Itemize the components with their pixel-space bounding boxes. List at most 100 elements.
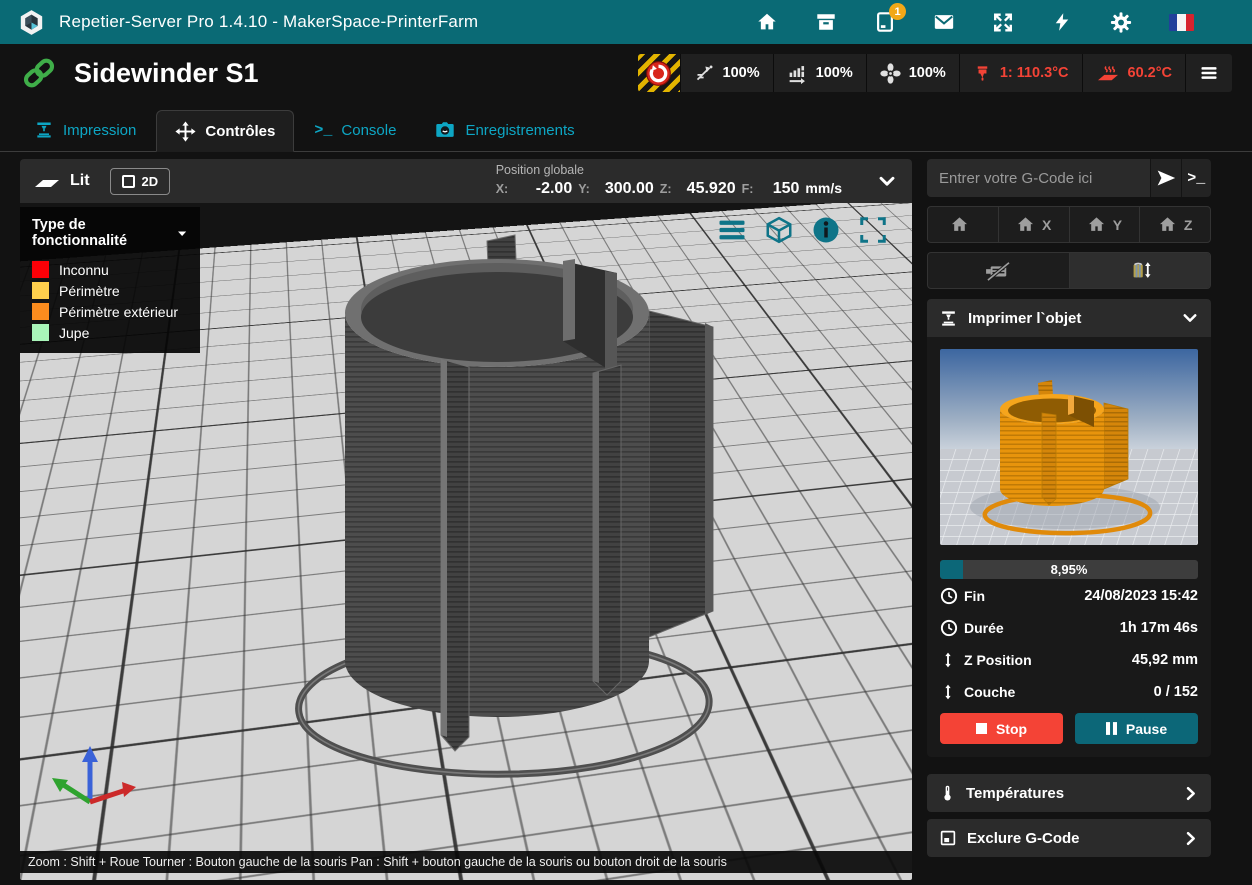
home-buttons: X Y Z — [927, 206, 1211, 243]
x-value: -2.00 — [514, 179, 572, 199]
3d-scene[interactable]: Type de fonctionnalité Inconnu Périmètre… — [20, 203, 912, 880]
tab-impression[interactable]: Impression — [16, 109, 154, 151]
tab-console[interactable]: >_ Console — [296, 109, 414, 151]
stat-label: Fin — [964, 588, 985, 604]
print-object-panel-header[interactable]: Imprimer l`objet — [927, 299, 1211, 337]
global-position: Position globale X: -2.00 Y: 300.00 Z: 4… — [496, 163, 842, 199]
bed-temp-value: 60.2°C — [1128, 65, 1173, 81]
stop-button[interactable]: Stop — [940, 713, 1063, 744]
print-progress-bar: 8,95% — [940, 560, 1198, 579]
stat-label: Couche — [964, 684, 1015, 700]
settings-gear-icon[interactable] — [1110, 11, 1132, 33]
y-value: 300.00 — [596, 179, 654, 199]
flow-icon — [787, 63, 808, 84]
stop-icon — [976, 723, 987, 734]
top-app-bar: Repetier-Server Pro 1.4.10 - MakerSpace-… — [0, 0, 1252, 44]
gcode-input[interactable] — [927, 159, 1150, 197]
updown-icon — [940, 683, 956, 701]
chevron-down-icon — [1181, 309, 1199, 327]
collapse-chevron-icon[interactable] — [876, 170, 898, 192]
toggle-2d-checkbox[interactable]: 2D — [110, 168, 171, 195]
stat-row-fin: Fin 24/08/2023 15:42 — [940, 580, 1198, 611]
home-label: Z — [1184, 217, 1193, 233]
tab-controles[interactable]: Contrôles — [156, 110, 294, 152]
move-controls-icon — [175, 121, 196, 142]
exclude-region-icon — [939, 829, 957, 847]
speed-factor-badge[interactable]: 100% — [680, 54, 773, 92]
fullscreen-view-icon[interactable] — [858, 215, 888, 245]
home-z-button[interactable]: Z — [1139, 207, 1210, 242]
extruder-move-button[interactable] — [1069, 253, 1211, 288]
legend-header[interactable]: Type de fonctionnalité — [32, 217, 188, 249]
panel-title: Températures — [966, 785, 1064, 802]
stat-value: 0 / 152 — [1154, 684, 1198, 700]
printer-menu-button[interactable] — [1185, 54, 1232, 92]
chevron-right-icon — [1182, 830, 1199, 847]
bed-temp-badge[interactable]: 60.2°C — [1082, 54, 1186, 92]
f-value: 150 — [759, 179, 799, 199]
printer-queue-icon[interactable]: 1 — [874, 11, 896, 33]
axis-gizmo — [48, 738, 148, 838]
layers-menu-icon[interactable] — [717, 215, 747, 245]
home-icon[interactable] — [756, 11, 778, 33]
pause-button[interactable]: Pause — [1075, 713, 1198, 744]
speed-icon — [694, 63, 715, 84]
archive-icon[interactable] — [815, 11, 837, 33]
legend-item: Jupe — [32, 324, 188, 341]
z-label: Z: — [660, 182, 672, 198]
3d-cube-icon[interactable] — [764, 215, 794, 245]
bed-label: Lit — [70, 172, 90, 190]
home-x-button[interactable]: X — [998, 207, 1069, 242]
legend-label: Périmètre extérieur — [59, 304, 178, 320]
power-icon[interactable] — [1051, 11, 1073, 33]
tab-enregistrements[interactable]: Enregistrements — [416, 109, 592, 151]
color-swatch — [32, 303, 49, 320]
stat-row-duree: Durée 1h 17m 46s — [940, 612, 1198, 643]
2d-label: 2D — [142, 174, 159, 189]
feature-type-legend: Type de fonctionnalité Inconnu Périmètre… — [20, 207, 200, 353]
flow-factor-badge[interactable]: 100% — [773, 54, 866, 92]
connection-link-icon — [20, 54, 58, 92]
emergency-stop-button[interactable] — [638, 54, 680, 92]
printed-object-3d — [265, 203, 735, 791]
send-gcode-button[interactable] — [1150, 159, 1181, 197]
stat-label: Durée — [964, 620, 1004, 636]
panel-title: Imprimer l`objet — [968, 310, 1081, 327]
messages-icon[interactable] — [933, 11, 955, 33]
printer-status-bar: 100% 100% 100% 1: 110.3°C — [638, 54, 1232, 92]
stat-row-zposition: Z Position 45,92 mm — [940, 644, 1198, 675]
open-console-button[interactable]: >_ — [1181, 159, 1212, 197]
color-swatch — [32, 261, 49, 278]
print-actions: Stop Pause — [940, 713, 1198, 744]
home-all-button[interactable] — [928, 207, 998, 242]
extruder-icon — [973, 64, 992, 83]
viewport-toolbar: Lit 2D Position globale X: -2.00 Y: 300.… — [20, 159, 912, 203]
chevron-right-icon — [1182, 785, 1199, 802]
f-unit: mm/s — [805, 180, 842, 198]
print-object-panel-body: 8,95% Fin 24/08/2023 15:42 Durée 1h 17m … — [927, 337, 1211, 757]
printer-header: Sidewinder S1 100% 100% 100% — [0, 44, 1252, 102]
heated-bed-icon — [1096, 63, 1120, 83]
motors-off-button[interactable] — [928, 253, 1069, 288]
print-icon — [939, 309, 958, 328]
fan-value: 100% — [909, 65, 946, 81]
printer-name: Sidewinder S1 — [74, 58, 259, 89]
language-flag-france[interactable] — [1169, 14, 1194, 31]
exclude-gcode-panel-header[interactable]: Exclure G-Code — [927, 819, 1211, 857]
legend-item: Périmètre — [32, 282, 188, 299]
clock-icon — [940, 587, 958, 605]
motor-off-icon — [983, 260, 1013, 282]
color-swatch — [32, 282, 49, 299]
fullscreen-icon[interactable] — [992, 11, 1014, 33]
home-y-button[interactable]: Y — [1069, 207, 1140, 242]
info-icon[interactable] — [811, 215, 841, 245]
extruder-temp-badge[interactable]: 1: 110.3°C — [959, 54, 1082, 92]
fan-badge[interactable]: 100% — [866, 54, 959, 92]
console-icon: >_ — [314, 122, 332, 139]
temperatures-panel-header[interactable]: Températures — [927, 774, 1211, 812]
stat-value: 45,92 mm — [1132, 652, 1198, 668]
tab-label: Impression — [63, 122, 136, 139]
stat-label: Z Position — [964, 652, 1032, 668]
app-title: Repetier-Server Pro 1.4.10 - MakerSpace-… — [59, 12, 478, 32]
z-value: 45.920 — [678, 179, 736, 199]
